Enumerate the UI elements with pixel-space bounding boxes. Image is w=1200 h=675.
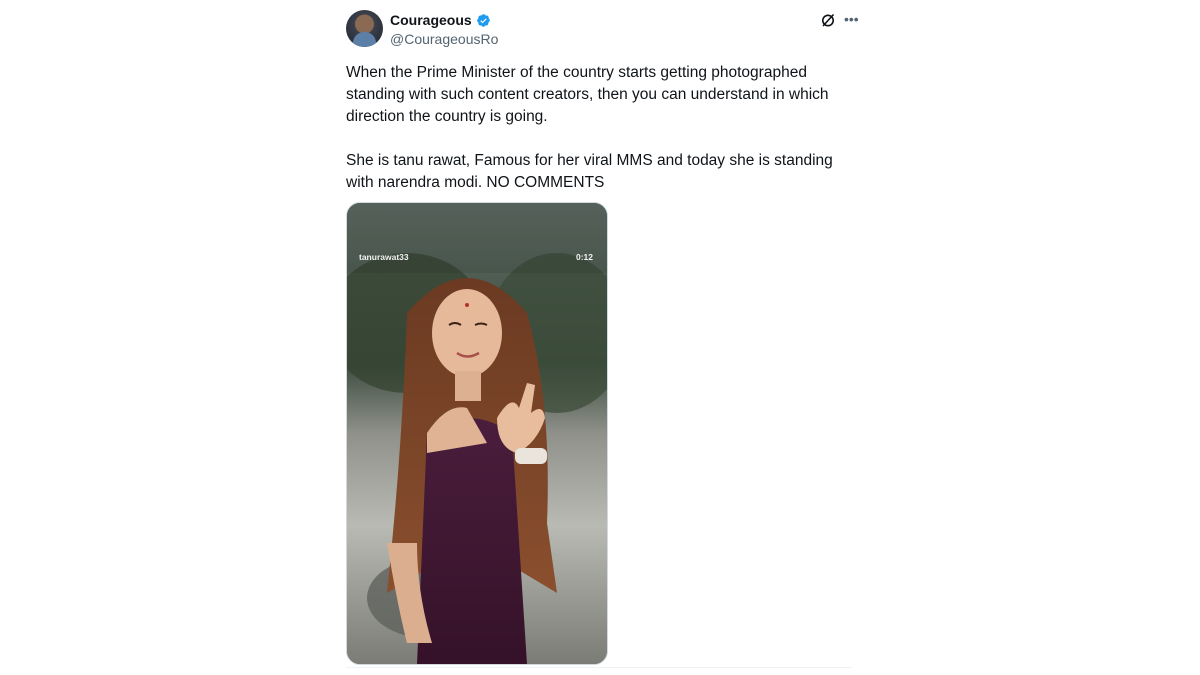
- tweet: Courageous @CourageousRo ••• When the Pr…: [346, 10, 859, 668]
- author-names: Courageous @CourageousRo: [390, 11, 498, 47]
- video-username-overlay: tanurawat33: [359, 252, 409, 262]
- video-frame-image: [347, 203, 607, 664]
- tweet-divider: [346, 667, 852, 668]
- display-name-row: Courageous: [390, 11, 498, 29]
- more-horizontal-icon[interactable]: •••: [844, 12, 860, 28]
- tweet-paragraph-1: When the Prime Minister of the country s…: [346, 64, 829, 125]
- author-display-name[interactable]: Courageous: [390, 12, 472, 28]
- verified-badge-icon: [476, 13, 490, 27]
- author-avatar[interactable]: [346, 10, 383, 47]
- grok-icon[interactable]: [820, 12, 836, 28]
- video-duration: 0:12: [575, 252, 593, 262]
- tweet-paragraph-2: She is tanu rawat, Famous for her viral …: [346, 152, 833, 191]
- tweet-header: Courageous @CourageousRo •••: [346, 10, 859, 50]
- tweet-text: When the Prime Minister of the country s…: [346, 62, 852, 194]
- tweet-video[interactable]: tanurawat33 0:12: [346, 202, 608, 665]
- avatar-figure: [353, 32, 376, 47]
- author-handle[interactable]: @CourageousRo: [390, 31, 498, 47]
